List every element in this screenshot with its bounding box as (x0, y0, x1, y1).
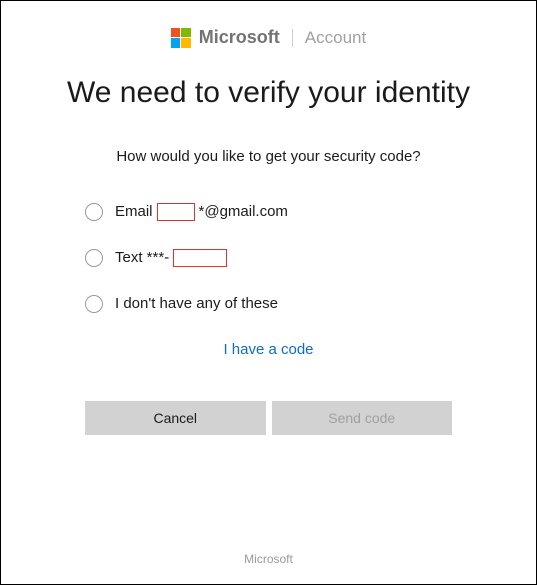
redacted-box (157, 203, 195, 221)
option-text-prefix: Text ***- (115, 249, 169, 266)
have-code-row: I have a code (41, 341, 496, 359)
option-email-suffix: *@gmail.com (199, 203, 288, 220)
option-none[interactable]: I don't have any of these (85, 295, 496, 313)
brand-name: Microsoft (199, 27, 280, 48)
subtitle: How would you like to get your security … (41, 148, 496, 165)
radio-icon (85, 249, 103, 267)
option-none-label: I don't have any of these (115, 295, 278, 312)
page-title: We need to verify your identity (59, 74, 479, 112)
microsoft-logo-icon (171, 28, 191, 48)
have-code-link[interactable]: I have a code (223, 341, 313, 358)
option-email-prefix: Email (115, 203, 153, 220)
button-row: Cancel Send code (41, 401, 496, 435)
send-code-button[interactable]: Send code (272, 401, 453, 435)
option-email-label: Email *@gmail.com (115, 203, 288, 221)
header-divider (292, 29, 293, 47)
header: Microsoft Account (41, 27, 496, 48)
radio-icon (85, 203, 103, 221)
header-section: Account (305, 28, 366, 48)
option-email[interactable]: Email *@gmail.com (85, 203, 496, 221)
cancel-button[interactable]: Cancel (85, 401, 266, 435)
radio-icon (85, 295, 103, 313)
footer: Microsoft (1, 552, 536, 566)
option-text[interactable]: Text ***- (85, 249, 496, 267)
redacted-box (173, 249, 227, 267)
option-text-label: Text ***- (115, 249, 227, 267)
options-group: Email *@gmail.com Text ***- I don't have… (41, 203, 496, 313)
